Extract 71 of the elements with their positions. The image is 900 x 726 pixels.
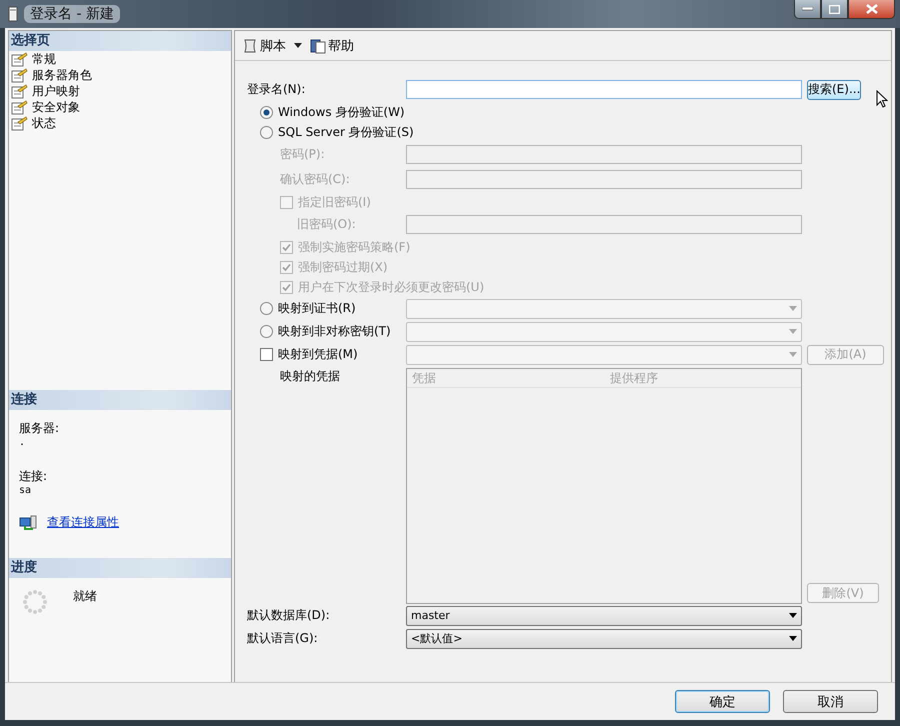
page-item[interactable]: 服务器角色 (32, 66, 92, 84)
dropdown-arrow-icon (789, 636, 797, 641)
option-label: 强制实施密码策略(F) (298, 238, 410, 256)
column-header: 凭据 (411, 370, 437, 386)
field-label: 默认数据库(D): (247, 607, 331, 624)
toolbar-button[interactable]: 帮助 (308, 34, 356, 56)
radio-button[interactable] (260, 126, 273, 138)
option-label: 强制密码过期(X) (298, 258, 388, 276)
field-label: 登录名(N): (247, 81, 306, 98)
connection-properties-link[interactable]: 查看连接属性 (47, 514, 119, 531)
server-label: 服务器: (19, 420, 60, 437)
page-item[interactable]: 用户映射 (32, 82, 80, 100)
radio-button[interactable] (260, 325, 273, 338)
dialog-button[interactable]: 搜索(E)... (807, 80, 862, 100)
minimize-icon (802, 7, 813, 11)
dropdown-arrow-icon (789, 352, 797, 357)
computer-icon (19, 514, 37, 530)
page-item[interactable]: 常规 (32, 50, 56, 68)
window-icon (8, 6, 18, 22)
connection-value: sa (19, 485, 32, 496)
page-item[interactable]: 安全对象 (32, 98, 80, 116)
section-header: 进度 (9, 558, 231, 578)
close-icon (866, 4, 878, 14)
dropdown-value: <默认值> (411, 631, 462, 646)
cursor-icon (876, 90, 888, 108)
page-icon (11, 68, 28, 82)
option-label: 映射到证书(R) (278, 300, 356, 317)
dropdown-value: master (411, 609, 450, 622)
window-title: 登录名 - 新建 (24, 5, 120, 23)
field-label: 确认密码(C): (279, 171, 351, 188)
dropdown-arrow-icon (789, 613, 797, 618)
page-item[interactable]: 状态 (32, 114, 56, 132)
connection-label: 连接: (19, 468, 48, 485)
dropdown[interactable]: master (406, 606, 802, 626)
option-label: Windows 身份验证(W) (278, 104, 405, 120)
option-label: 映射到凭据(M) (278, 346, 358, 363)
server-value: . (19, 437, 26, 448)
dropdown[interactable]: <默认值> (406, 628, 802, 648)
page-icon (11, 100, 28, 114)
option-label: SQL Server 身份验证(S) (278, 124, 414, 140)
page-icon (11, 52, 28, 66)
scroll-icon (242, 38, 258, 54)
dropdown-arrow-icon (789, 329, 797, 334)
close-button[interactable] (848, 0, 895, 19)
page-icon (11, 116, 28, 130)
option-label: 用户在下次登录时必须更改密码(U) (298, 278, 484, 296)
field-label: 旧密码(O): (296, 216, 357, 233)
dropdown-arrow-icon (789, 306, 797, 311)
minimize-button[interactable] (794, 0, 821, 19)
dialog-button[interactable]: 取消 (783, 690, 878, 713)
checkbox[interactable] (260, 348, 273, 361)
field-label: 密码(P): (279, 146, 326, 163)
input-field[interactable] (406, 80, 802, 99)
dropdown-arrow-icon[interactable] (294, 43, 302, 48)
toolbar-button[interactable]: 脚本 (240, 34, 288, 56)
page-icon (11, 84, 28, 98)
spinner-icon (21, 588, 49, 616)
radio-button[interactable] (260, 106, 273, 118)
section-header: 选择页 (9, 31, 231, 51)
progress-status: 就绪 (73, 588, 97, 605)
field-label: 默认语言(G): (247, 630, 319, 647)
dialog-button[interactable]: 确定 (675, 690, 770, 713)
option-label: 指定旧密码(I) (298, 194, 371, 210)
radio-button[interactable] (260, 302, 273, 315)
section-label: 映射的凭据 (279, 368, 341, 385)
section-header: 连接 (9, 390, 231, 410)
option-label: 映射到非对称密钥(T) (278, 323, 391, 340)
book-icon (310, 38, 326, 54)
column-header: 提供程序 (609, 370, 659, 386)
maximize-button[interactable] (821, 0, 848, 19)
maximize-icon (829, 4, 840, 14)
